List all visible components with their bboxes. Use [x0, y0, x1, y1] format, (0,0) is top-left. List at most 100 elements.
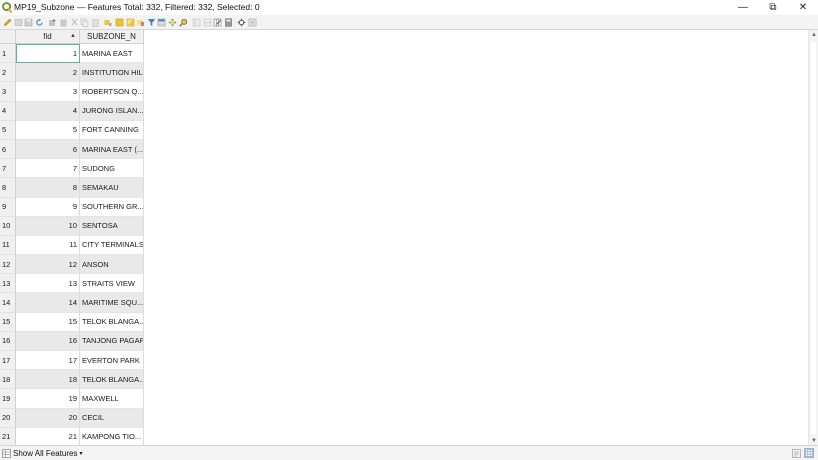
table-row[interactable]: 9 9 SOUTHERN GR...	[0, 197, 144, 217]
cell-subzone-n[interactable]: MARITIME SQU...	[80, 293, 144, 313]
restore-button[interactable]: ⧉	[758, 0, 788, 15]
row-header[interactable]: 17	[0, 351, 16, 371]
cell-subzone-n[interactable]: JURONG ISLAN...	[80, 101, 144, 121]
cell-subzone-n[interactable]: SUDONG	[80, 159, 144, 179]
row-header[interactable]: 15	[0, 312, 16, 332]
expression-select-icon[interactable]: ε	[104, 18, 113, 27]
cell-fid[interactable]: 13	[16, 274, 80, 294]
cell-fid[interactable]: 4	[16, 101, 80, 121]
cell-fid[interactable]: 9	[16, 197, 80, 217]
table-row[interactable]: 4 4 JURONG ISLAN...	[0, 101, 144, 121]
table-row[interactable]: 16 16 TANJONG PAGAR	[0, 331, 144, 351]
cell-fid[interactable]: 11	[16, 235, 80, 256]
cell-subzone-n[interactable]: TELOK BLANGA...	[80, 370, 144, 390]
row-header[interactable]: 19	[0, 389, 16, 409]
cell-fid[interactable]: 5	[16, 120, 80, 140]
cell-subzone-n[interactable]: SENTOSA	[80, 216, 144, 236]
cell-subzone-n[interactable]: SOUTHERN GR...	[80, 197, 144, 217]
cell-fid[interactable]: 8	[16, 178, 80, 198]
cell-subzone-n[interactable]: EVERTON PARK	[80, 351, 144, 371]
reload-icon[interactable]	[35, 18, 44, 27]
row-header[interactable]: 5	[0, 120, 16, 140]
row-header[interactable]: 14	[0, 293, 16, 313]
cell-subzone-n[interactable]: STRAITS VIEW	[80, 274, 144, 294]
row-header[interactable]: 4	[0, 101, 16, 121]
cell-fid[interactable]: 1	[16, 44, 80, 64]
row-header[interactable]: 8	[0, 178, 16, 198]
field-calculator-icon[interactable]	[224, 18, 233, 27]
minimize-button[interactable]: —	[728, 0, 758, 15]
cell-subzone-n[interactable]: MARINA EAST (...	[80, 139, 144, 160]
cell-subzone-n[interactable]: SEMAKAU	[80, 178, 144, 198]
table-corner[interactable]	[0, 30, 16, 44]
column-header-fid[interactable]: fid ▲	[16, 30, 80, 44]
cell-subzone-n[interactable]: MAXWELL	[80, 389, 144, 409]
invert-selection-icon[interactable]	[126, 18, 135, 27]
add-feature-icon[interactable]	[48, 18, 57, 27]
delete-feature-icon[interactable]	[59, 18, 68, 27]
cell-fid[interactable]: 20	[16, 408, 80, 428]
row-header[interactable]: 10	[0, 216, 16, 236]
cell-subzone-n[interactable]: FORT CANNING	[80, 120, 144, 140]
cell-subzone-n[interactable]: TELOK BLANGA...	[80, 312, 144, 332]
row-header[interactable]: 18	[0, 370, 16, 390]
vertical-scrollbar[interactable]: ▲ ▼	[808, 30, 818, 446]
table-row[interactable]: 18 18 TELOK BLANGA...	[0, 370, 144, 390]
table-row[interactable]: 12 12 ANSON	[0, 255, 144, 275]
show-all-features-button[interactable]: Show All Features ▾	[2, 448, 83, 459]
scrollbar-thumb[interactable]	[811, 42, 816, 434]
form-view-button[interactable]	[791, 448, 801, 458]
cell-fid[interactable]: 3	[16, 82, 80, 102]
zoom-to-selection-icon[interactable]	[178, 18, 188, 27]
table-row[interactable]: 11 11 CITY TERMINALS	[0, 235, 144, 256]
cell-fid[interactable]: 17	[16, 351, 80, 371]
cell-fid[interactable]: 14	[16, 293, 80, 313]
paste-icon[interactable]	[91, 18, 100, 27]
cell-fid[interactable]: 6	[16, 139, 80, 160]
pan-to-selection-icon[interactable]	[168, 18, 177, 27]
table-row[interactable]: 19 19 MAXWELL	[0, 389, 144, 409]
row-header[interactable]: 1	[0, 44, 16, 64]
scroll-up-icon[interactable]: ▲	[811, 32, 817, 38]
scroll-down-icon[interactable]: ▼	[811, 438, 817, 444]
cell-fid[interactable]: 7	[16, 159, 80, 179]
cell-subzone-n[interactable]: CECIL	[80, 408, 144, 428]
cell-subzone-n[interactable]: MARINA EAST	[80, 44, 144, 64]
copy-icon[interactable]	[80, 18, 89, 27]
table-row[interactable]: 3 3 ROBERTSON Q...	[0, 82, 144, 102]
cell-fid[interactable]: 10	[16, 216, 80, 236]
table-row[interactable]: 2 2 INSTITUTION HILL	[0, 63, 144, 83]
organize-columns-icon[interactable]	[213, 18, 222, 27]
row-header[interactable]: 13	[0, 274, 16, 294]
select-all-icon[interactable]	[115, 18, 124, 27]
row-header[interactable]: 12	[0, 255, 16, 275]
pencil-icon[interactable]	[3, 18, 12, 27]
new-field-icon[interactable]	[192, 18, 201, 27]
table-row[interactable]: 8 8 SEMAKAU	[0, 178, 144, 198]
save-edits-icon[interactable]	[24, 18, 33, 27]
cell-fid[interactable]: 16	[16, 331, 80, 351]
table-row[interactable]: 20 20 CECIL	[0, 408, 144, 428]
table-row[interactable]: 7 7 SUDONG	[0, 159, 144, 179]
row-header[interactable]: 20	[0, 408, 16, 428]
table-row[interactable]: 17 17 EVERTON PARK	[0, 351, 144, 371]
row-header[interactable]: 6	[0, 139, 16, 160]
attribute-table[interactable]: fid ▲ SUBZONE_N 1 1 MARINA EAST 2 2 INST…	[0, 29, 818, 447]
deselect-icon[interactable]	[136, 18, 145, 27]
cut-icon[interactable]	[70, 18, 79, 27]
conditional-format-icon[interactable]	[237, 18, 246, 27]
cell-subzone-n[interactable]: CITY TERMINALS	[80, 235, 144, 256]
move-selection-top-icon[interactable]	[157, 18, 166, 27]
actions-icon[interactable]	[248, 18, 257, 27]
table-row[interactable]: 15 15 TELOK BLANGA...	[0, 312, 144, 332]
table-row[interactable]: 5 5 FORT CANNING	[0, 120, 144, 140]
cell-fid[interactable]: 18	[16, 370, 80, 390]
column-header-subzone-n[interactable]: SUBZONE_N	[80, 30, 144, 44]
cell-subzone-n[interactable]: ROBERTSON Q...	[80, 82, 144, 102]
table-row[interactable]: 6 6 MARINA EAST (...	[0, 139, 144, 160]
cell-fid[interactable]: 15	[16, 312, 80, 332]
table-row[interactable]: 14 14 MARITIME SQU...	[0, 293, 144, 313]
delete-field-icon[interactable]	[203, 18, 212, 27]
cell-fid[interactable]: 2	[16, 63, 80, 83]
cell-subzone-n[interactable]: TANJONG PAGAR	[80, 331, 144, 351]
